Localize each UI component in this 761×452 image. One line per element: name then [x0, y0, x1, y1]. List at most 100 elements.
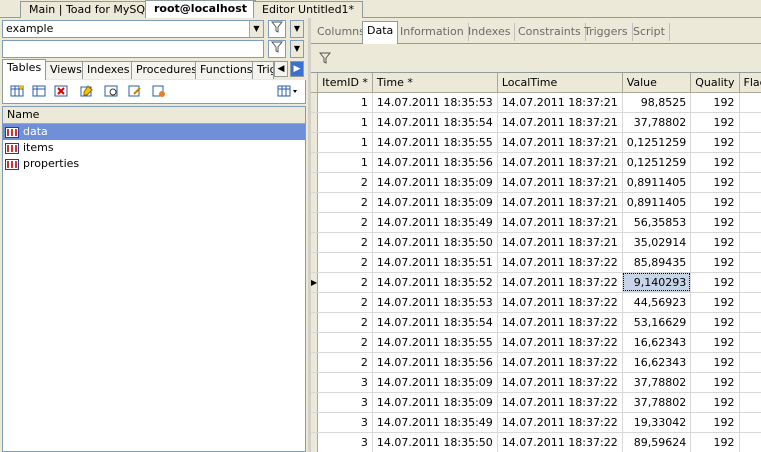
cell-quality[interactable]: 192 [690, 112, 740, 133]
cell-time[interactable]: 14.07.2011 18:35:50 [372, 432, 498, 452]
cell-time[interactable]: 14.07.2011 18:35:54 [372, 312, 498, 333]
doc-tab-connection[interactable]: root@localhost [145, 0, 257, 19]
row-indicator[interactable] [311, 232, 319, 253]
cell-localtime[interactable]: 14.07.2011 18:37:22 [497, 312, 623, 333]
cell-localtime[interactable]: 14.07.2011 18:37:21 [497, 212, 623, 233]
column-header-localtime[interactable]: LocalTime [497, 73, 623, 93]
row-indicator[interactable] [311, 372, 319, 393]
cell-flags[interactable]: 0 [739, 172, 761, 193]
cell-itemid[interactable]: 2 [317, 192, 373, 213]
doc-tab-editor[interactable]: Editor Untitled1* [253, 1, 364, 18]
tab-data[interactable]: Data [362, 21, 399, 44]
cell-quality[interactable]: 192 [690, 312, 740, 333]
tab-information[interactable]: Information [396, 23, 469, 41]
cell-localtime[interactable]: 14.07.2011 18:37:21 [497, 232, 623, 253]
tab-scroll-left-icon[interactable]: ◀ [274, 61, 288, 77]
cell-value[interactable]: 19,33042 [622, 412, 692, 433]
cell-time[interactable]: 14.07.2011 18:35:51 [372, 252, 498, 273]
list-item[interactable]: data [3, 124, 305, 140]
cell-value[interactable]: 89,59624 [622, 432, 692, 452]
cell-localtime[interactable]: 14.07.2011 18:37:21 [497, 92, 623, 113]
cell-value[interactable]: 16,62343 [622, 352, 692, 373]
cell-time[interactable]: 14.07.2011 18:35:56 [372, 152, 498, 173]
cell-localtime[interactable]: 14.07.2011 18:37:22 [497, 252, 623, 273]
table-row[interactable]: 3 14.07.2011 18:35:09 14.07.2011 18:37:22 3… [311, 392, 761, 413]
drop-table-icon[interactable] [53, 84, 69, 100]
cell-quality[interactable]: 192 [690, 92, 740, 113]
cell-flags[interactable]: 0 [739, 192, 761, 213]
table-row[interactable]: 2 14.07.2011 18:35:55 14.07.2011 18:37:22 1… [311, 332, 761, 353]
tab-triggers[interactable]: Trig [252, 61, 274, 79]
cell-itemid[interactable]: 2 [317, 352, 373, 373]
cell-time[interactable]: 14.07.2011 18:35:09 [372, 372, 498, 393]
row-indicator[interactable] [311, 132, 319, 153]
cell-value[interactable]: 98,8525 [622, 92, 692, 113]
cell-localtime[interactable]: 14.07.2011 18:37:22 [497, 332, 623, 353]
edit-table-icon[interactable] [31, 84, 47, 100]
cell-time[interactable]: 14.07.2011 18:35:56 [372, 352, 498, 373]
row-indicator[interactable] [311, 432, 319, 452]
cell-quality[interactable]: 192 [690, 392, 740, 413]
table-row[interactable]: 2 14.07.2011 18:35:54 14.07.2011 18:37:22 5… [311, 312, 761, 333]
funnel-icon[interactable] [268, 20, 286, 38]
filter-combo[interactable] [2, 40, 264, 58]
cell-flags[interactable]: 0 [739, 432, 761, 452]
table-row[interactable]: 3 14.07.2011 18:35:50 14.07.2011 18:37:22 8… [311, 432, 761, 452]
cell-value[interactable]: 16,62343 [622, 332, 692, 353]
chevron-down-icon[interactable]: ▼ [290, 20, 304, 38]
cell-itemid[interactable]: 2 [317, 232, 373, 253]
table-row[interactable]: 2 14.07.2011 18:35:09 14.07.2011 18:37:21 0… [311, 192, 761, 213]
cell-localtime[interactable]: 14.07.2011 18:37:21 [497, 172, 623, 193]
table-row[interactable]: 1 14.07.2011 18:35:55 14.07.2011 18:37:21 0… [311, 132, 761, 153]
tab-tables[interactable]: Tables [2, 59, 47, 80]
cell-localtime[interactable]: 14.07.2011 18:37:22 [497, 372, 623, 393]
cell-value[interactable]: 0,8911405 [622, 172, 692, 193]
cell-quality[interactable]: 192 [690, 332, 740, 353]
tab-views[interactable]: Views [45, 61, 87, 79]
cell-time[interactable]: 14.07.2011 18:35:49 [372, 412, 498, 433]
row-indicator[interactable] [311, 192, 319, 213]
cell-flags[interactable]: 0 [739, 132, 761, 153]
table-row[interactable]: ▶ 2 14.07.2011 18:35:52 14.07.2011 18:37:22… [311, 272, 761, 293]
tab-constraints[interactable]: Constraints [514, 23, 586, 41]
cell-itemid[interactable]: 1 [317, 92, 373, 113]
tab-scroll-right-icon[interactable]: ▶ [290, 61, 304, 77]
cell-time[interactable]: 14.07.2011 18:35:55 [372, 132, 498, 153]
row-indicator[interactable] [311, 92, 319, 113]
cell-flags[interactable]: 0 [739, 332, 761, 353]
list-item[interactable]: items [3, 140, 305, 156]
cell-flags[interactable]: 0 [739, 112, 761, 133]
funnel-icon[interactable] [319, 52, 331, 64]
cell-time[interactable]: 14.07.2011 18:35:55 [372, 332, 498, 353]
new-table-icon[interactable] [9, 84, 25, 100]
cell-flags[interactable]: 0 [739, 252, 761, 273]
cell-localtime[interactable]: 14.07.2011 18:37:21 [497, 192, 623, 213]
column-header-itemid[interactable]: ItemID * [317, 73, 373, 93]
cell-time[interactable]: 14.07.2011 18:35:09 [372, 392, 498, 413]
cell-quality[interactable]: 192 [690, 132, 740, 153]
column-header-time[interactable]: Time * [372, 73, 498, 93]
refresh-table-icon[interactable] [151, 84, 167, 100]
row-indicator[interactable] [311, 352, 319, 373]
row-indicator[interactable] [311, 392, 319, 413]
tab-functions[interactable]: Functions [195, 61, 258, 79]
table-row[interactable]: 2 14.07.2011 18:35:53 14.07.2011 18:37:22 4… [311, 292, 761, 313]
cell-time[interactable]: 14.07.2011 18:35:54 [372, 112, 498, 133]
cell-quality[interactable]: 192 [690, 192, 740, 213]
cell-itemid[interactable]: 1 [317, 132, 373, 153]
cell-flags[interactable]: 0 [739, 272, 761, 293]
cell-flags[interactable]: 0 [739, 152, 761, 173]
cell-value[interactable]: 0,1251259 [622, 132, 692, 153]
cell-flags[interactable]: 0 [739, 92, 761, 113]
tab-procedures[interactable]: Procedures [131, 61, 202, 79]
edit-script-icon[interactable] [127, 84, 143, 100]
cell-quality[interactable]: 192 [690, 412, 740, 433]
cell-itemid[interactable]: 1 [317, 152, 373, 173]
table-row[interactable]: 2 14.07.2011 18:35:49 14.07.2011 18:37:21 5… [311, 212, 761, 233]
cell-flags[interactable]: 0 [739, 312, 761, 333]
row-indicator[interactable] [311, 212, 319, 233]
cell-quality[interactable]: 192 [690, 292, 740, 313]
table-row[interactable]: 1 14.07.2011 18:35:53 14.07.2011 18:37:21 9… [311, 92, 761, 113]
cell-value[interactable]: 85,89435 [622, 252, 692, 273]
cell-flags[interactable]: 0 [739, 412, 761, 433]
